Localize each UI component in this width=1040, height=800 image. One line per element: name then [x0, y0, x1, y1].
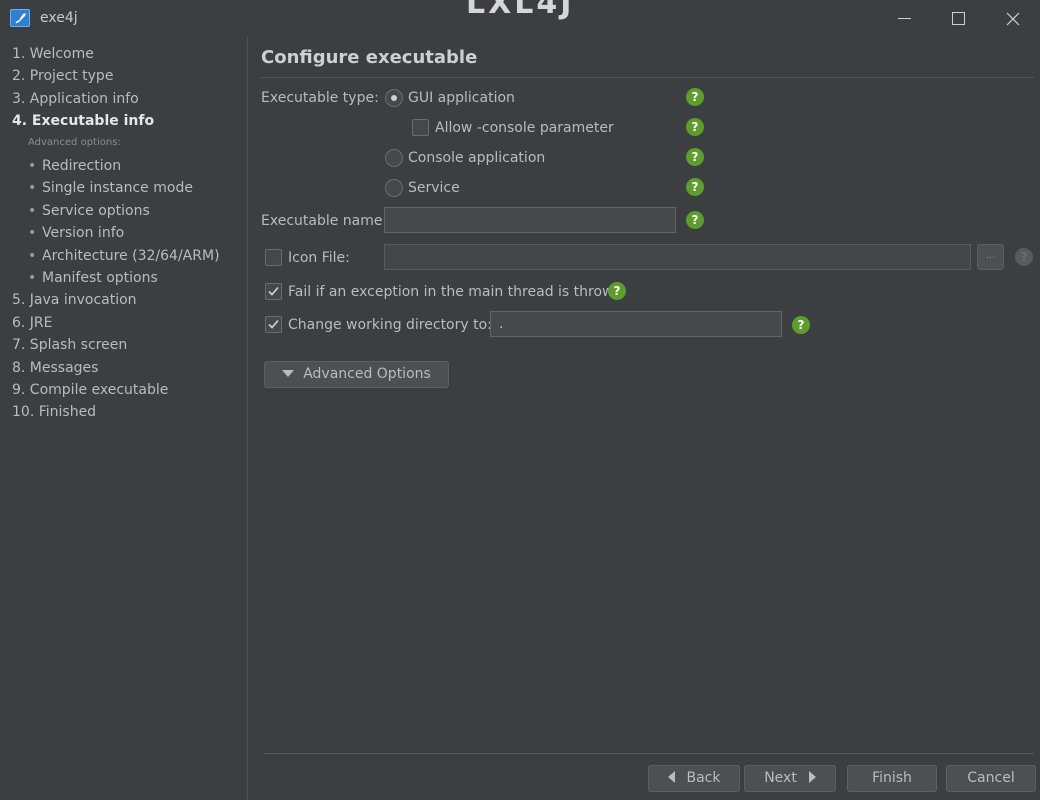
- triangle-down-icon: [282, 369, 295, 377]
- icon-file-input[interactable]: [384, 244, 971, 270]
- sidebar-item-finished[interactable]: 10. Finished: [12, 402, 96, 422]
- sidebar-item-java-invocation[interactable]: 5. Java invocation: [12, 290, 137, 310]
- minimize-icon[interactable]: [892, 6, 918, 32]
- sidebar-item-application-info[interactable]: 3. Application info: [12, 89, 139, 109]
- sidebar-item-splash-screen[interactable]: 7. Splash screen: [12, 335, 127, 355]
- executable-type-label: Executable type:: [261, 90, 379, 106]
- service-label[interactable]: Service: [408, 178, 460, 198]
- sidebar-item-label: Version info: [42, 225, 125, 241]
- help-icon[interactable]: ?: [1015, 248, 1033, 266]
- bullet: •: [28, 270, 37, 286]
- advanced-options-button[interactable]: Advanced Options: [264, 361, 449, 388]
- close-icon[interactable]: [1000, 6, 1026, 32]
- sidebar-item-service-options[interactable]: • Service options: [28, 201, 150, 221]
- back-label: Back: [686, 770, 721, 786]
- help-icon[interactable]: ?: [686, 178, 704, 196]
- fail-exception-checkbox[interactable]: [265, 283, 282, 300]
- sidebar-item-label: Manifest options: [42, 270, 158, 286]
- icon-file-label[interactable]: Icon File:: [288, 248, 350, 268]
- window-title-ghost: LXL4J: [466, 0, 575, 21]
- help-icon[interactable]: ?: [686, 88, 704, 106]
- triangle-right-icon: [808, 771, 816, 783]
- footer-divider: [263, 753, 1034, 754]
- gui-application-label[interactable]: GUI application: [408, 88, 515, 108]
- sidebar-item-executable-info[interactable]: 4. Executable info: [12, 111, 154, 131]
- bullet: •: [28, 203, 37, 219]
- main-panel: Configure executable Executable type: GU…: [249, 37, 1040, 800]
- page-title: Configure executable: [261, 47, 478, 68]
- fail-exception-label[interactable]: Fail if an exception in the main thread …: [288, 282, 622, 302]
- help-icon[interactable]: ?: [608, 282, 626, 300]
- bullet: •: [28, 225, 37, 241]
- console-application-label[interactable]: Console application: [408, 148, 545, 168]
- maximize-icon[interactable]: [946, 6, 972, 32]
- cancel-button[interactable]: Cancel: [946, 765, 1036, 792]
- sidebar-item-label: Architecture (32/64/ARM): [42, 248, 220, 264]
- back-button[interactable]: Back: [648, 765, 740, 792]
- bullet: •: [28, 180, 37, 196]
- working-directory-input[interactable]: .: [490, 311, 782, 337]
- sidebar-item-welcome[interactable]: 1. Welcome: [12, 44, 94, 64]
- sidebar-item-version-info[interactable]: • Version info: [28, 223, 124, 243]
- sidebar-item-architecture[interactable]: • Architecture (32/64/ARM): [28, 246, 220, 266]
- change-directory-label[interactable]: Change working directory to:: [288, 315, 492, 335]
- sidebar-item-project-type[interactable]: 2. Project type: [12, 66, 113, 86]
- window-title: exe4j: [40, 10, 78, 26]
- triangle-left-icon: [667, 771, 675, 783]
- next-label: Next: [764, 770, 797, 786]
- sidebar-item-jre[interactable]: 6. JRE: [12, 313, 53, 333]
- finish-button[interactable]: Finish: [847, 765, 937, 792]
- next-button[interactable]: Next: [744, 765, 836, 792]
- bullet: •: [28, 248, 37, 264]
- sidebar-item-manifest-options[interactable]: • Manifest options: [28, 268, 158, 288]
- executable-name-label: Executable name:: [261, 213, 388, 229]
- sidebar-item-redirection[interactable]: • Redirection: [28, 156, 121, 176]
- advanced-options-label: Advanced Options: [303, 366, 431, 382]
- sidebar-item-single-instance-mode[interactable]: • Single instance mode: [28, 178, 193, 198]
- sidebar-item-label: Service options: [42, 203, 150, 219]
- help-icon[interactable]: ?: [686, 118, 704, 136]
- app-rocket-icon: [10, 9, 30, 27]
- title-divider: [261, 77, 1034, 78]
- icon-file-checkbox[interactable]: [265, 249, 282, 266]
- change-directory-checkbox[interactable]: [265, 316, 282, 333]
- icon-file-browse-button[interactable]: ...: [977, 244, 1004, 270]
- title-bar: exe4j LXL4J: [0, 0, 1040, 37]
- executable-name-input[interactable]: [384, 207, 676, 233]
- bullet: •: [28, 158, 37, 174]
- gui-application-radio[interactable]: [385, 89, 403, 107]
- allow-console-checkbox[interactable]: [412, 119, 429, 136]
- service-radio[interactable]: [385, 179, 403, 197]
- sidebar-item-label: Single instance mode: [42, 180, 193, 196]
- advanced-options-header: Advanced options:: [28, 137, 121, 148]
- wizard-steps-sidebar: 1. Welcome 2. Project type 3. Applicatio…: [0, 37, 248, 800]
- help-icon[interactable]: ?: [792, 316, 810, 334]
- allow-console-label[interactable]: Allow -console parameter: [435, 118, 614, 138]
- sidebar-item-label: Redirection: [42, 158, 122, 174]
- help-icon[interactable]: ?: [686, 211, 704, 229]
- help-icon[interactable]: ?: [686, 148, 704, 166]
- sidebar-item-compile-executable[interactable]: 9. Compile executable: [12, 380, 168, 400]
- sidebar-item-messages[interactable]: 8. Messages: [12, 358, 98, 378]
- console-application-radio[interactable]: [385, 149, 403, 167]
